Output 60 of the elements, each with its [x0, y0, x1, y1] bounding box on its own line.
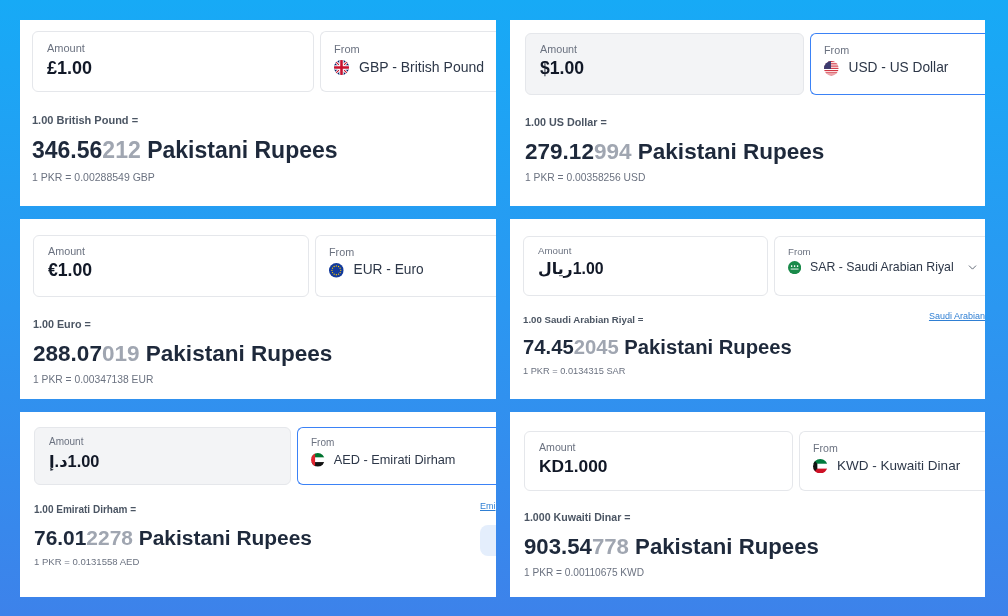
currency-name: SAR - Saudi Arabian Riyal: [810, 259, 954, 276]
from-label: From: [311, 437, 335, 450]
eu-flag-icon: [329, 262, 344, 278]
amount-field[interactable]: Amount $1.00: [525, 33, 804, 95]
amount-value: £1.00: [47, 57, 93, 79]
from-label: From: [813, 441, 838, 456]
inverse-rate-text: 1 PKR = 0.00288549 GBP: [32, 170, 155, 184]
inverse-rate-text: 1 PKR = 0.00358256 USD: [525, 171, 646, 186]
conversion-base-text: 1.000 Kuwaiti Dinar =: [524, 511, 631, 525]
uae-flag-icon: [311, 453, 325, 467]
currency-name: USD - US Dollar: [848, 59, 949, 78]
currency-select[interactable]: From KWD - Kuwaiti Dinar: [799, 431, 985, 491]
amount-label: Amount: [540, 42, 578, 57]
inverse-rate-text: 1 PKR = 0.0131558 AED: [34, 555, 140, 569]
conversion-base-text: 1.00 Euro =: [33, 317, 91, 332]
converted-amount: 74.452045 Pakistani Rupees: [523, 334, 792, 360]
from-label: From: [329, 245, 355, 260]
currency-name: AED - Emirati Dirham: [333, 450, 456, 469]
amount-label: Amount: [49, 436, 84, 449]
uk-flag-icon: [334, 59, 349, 75]
currency-select[interactable]: From GBP - British Pound: [320, 31, 496, 92]
inverse-rate-text: 1 PKR = 0.0134315 SAR: [523, 364, 626, 377]
converted-amount: 279.12994 Pakistani Rupees: [525, 138, 825, 166]
amount-field[interactable]: Amount £1.00: [32, 31, 314, 92]
kuwait-flag-icon: [813, 458, 828, 473]
inverse-rate-text: 1 PKR = 0.00347138 EUR: [33, 373, 154, 388]
amount-value: KD1.000: [539, 456, 608, 478]
currency-select[interactable]: From EUR - Euro: [315, 235, 496, 297]
currency-name: GBP - British Pound: [359, 58, 485, 77]
conversion-base-text: 1.00 US Dollar =: [525, 115, 607, 130]
conversion-base-text: 1.00 Emirati Dirham =: [34, 504, 136, 517]
from-label: From: [334, 42, 360, 56]
amount-field[interactable]: Amount €1.00: [33, 235, 309, 297]
converted-amount: 288.07019 Pakistani Rupees: [33, 340, 333, 368]
amount-label: Amount: [538, 244, 572, 258]
amount-label: Amount: [47, 41, 85, 55]
amount-value: $1.00: [540, 58, 585, 81]
currency-select[interactable]: From SAR - Saudi Arabian Riyal: [774, 236, 985, 296]
from-label: From: [788, 245, 811, 259]
amount-field[interactable]: Amount KD1.000: [524, 431, 793, 491]
us-flag-icon: [824, 60, 839, 76]
converted-amount: 903.54778 Pakistani Rupees: [524, 533, 819, 561]
from-label: From: [824, 43, 850, 58]
currency-select[interactable]: From USD - US Dollar: [810, 33, 985, 95]
amount-value: ريال1.00: [538, 258, 604, 279]
saudi-flag-icon: [788, 261, 802, 275]
currency-name: EUR - Euro: [353, 261, 424, 280]
converted-amount: 346.56212 Pakistani Rupees: [32, 136, 338, 164]
currency-name: KWD - Kuwaiti Dinar: [837, 457, 961, 476]
amount-label: Amount: [539, 440, 576, 455]
inverse-rate-text: 1 PKR = 0.00110675 KWD: [524, 566, 644, 580]
conversion-base-text: 1.00 Saudi Arabian Riyal =: [523, 314, 644, 327]
amount-value: €1.00: [48, 260, 93, 283]
currency-link[interactable]: Emi: [480, 501, 496, 513]
currency-link[interactable]: Saudi Arabian: [928, 311, 985, 323]
amount-value: د.إ1.00: [49, 450, 100, 471]
amount-label: Amount: [48, 244, 86, 259]
converted-amount: 76.012278 Pakistani Rupees: [34, 525, 312, 551]
conversion-base-text: 1.00 British Pound =: [32, 113, 139, 127]
currency-select[interactable]: From AED - Emirati Dirham: [297, 427, 496, 485]
